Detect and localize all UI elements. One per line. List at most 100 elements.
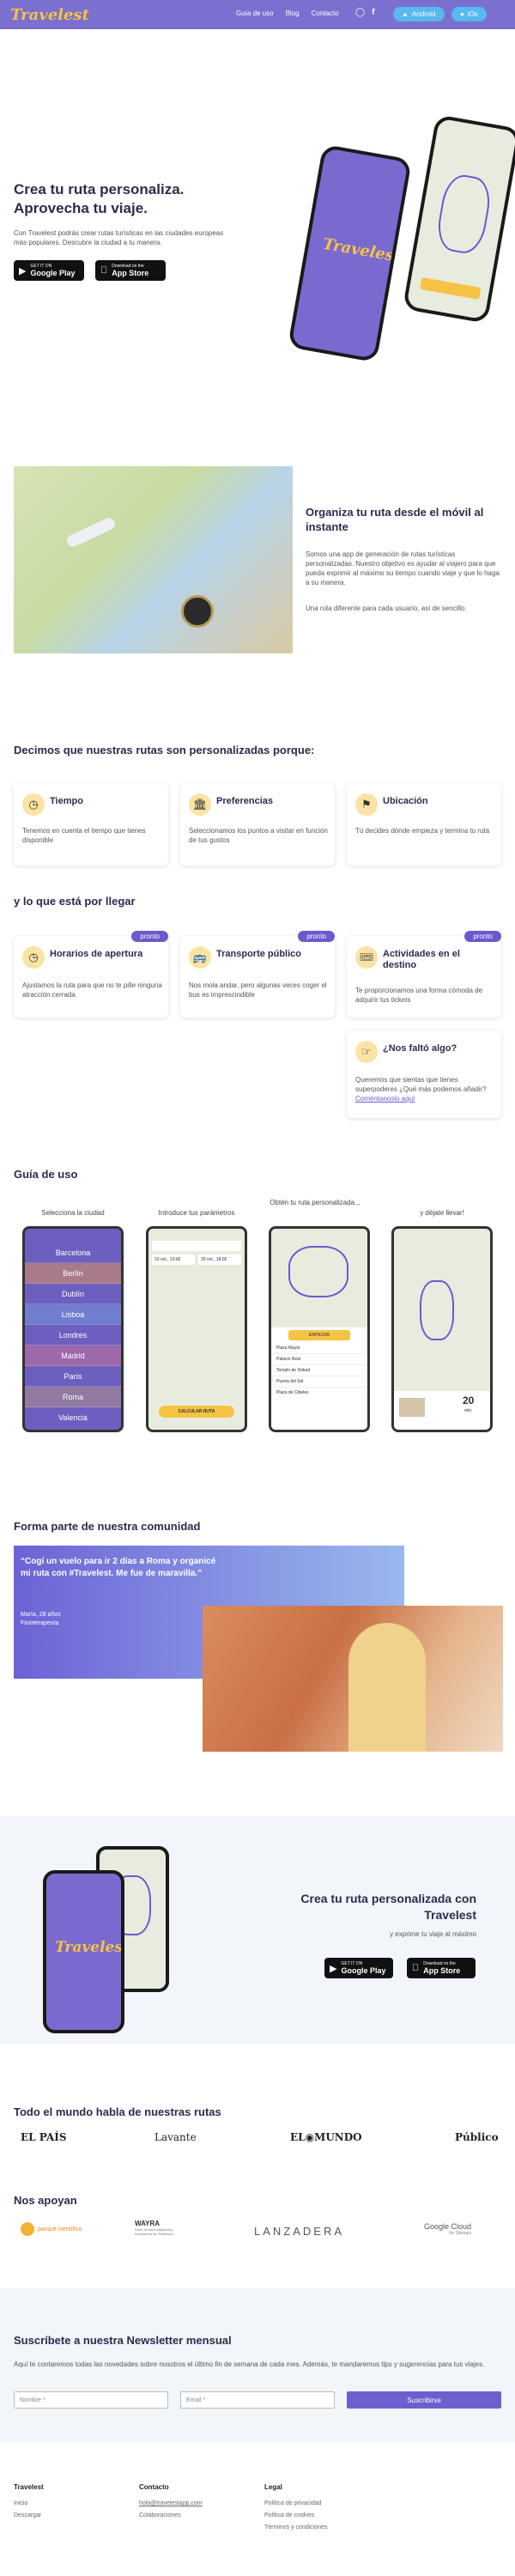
guide-phone-navigation: 20 min.	[391, 1226, 493, 1432]
social-links: ◯ f	[355, 8, 375, 17]
guide-step-2-label: Introduce tus parámetros	[158, 1209, 235, 1217]
upcoming-title-text: Transporte público	[216, 949, 302, 959]
start-time-field[interactable]: 19 oct., 13:00	[152, 1255, 195, 1265]
google-play-button[interactable]: ▶ GET IT ON Google Play	[324, 1958, 393, 1978]
sponsor-google-cloud[interactable]: Google Cloud for Startups	[424, 2222, 471, 2236]
sponsor-parque-label: parque científico	[38, 2226, 82, 2233]
route-path	[433, 172, 494, 257]
cta-subtitle: y exprime tu viaje al máximo	[390, 1930, 476, 1938]
guide-step-3-label: Obtén tu ruta personalizada...	[270, 1199, 360, 1206]
upcoming-card-transport: pronto 🚌 Transporte público Nos mola and…	[180, 931, 335, 1018]
facebook-icon[interactable]: f	[372, 8, 374, 17]
upcoming-text: Ajustamos la ruta para que no te pille n…	[22, 981, 162, 999]
features-title: Decimos que nuestras rutas son personali…	[14, 744, 315, 756]
stops-list: EMPEZAR Plaza Mayor Palacio Real Templo …	[271, 1327, 367, 1430]
stop-item[interactable]: Templo de Debod	[271, 1365, 367, 1376]
city-item[interactable]: Valencia	[25, 1407, 121, 1428]
brand-logo[interactable]: Travelest	[10, 6, 89, 24]
missing-feedback-link[interactable]: Coméntanoslo aquí	[355, 1095, 415, 1103]
stop-item[interactable]: Plaza Mayor	[271, 1343, 367, 1354]
ticket-icon: 🎟	[355, 946, 378, 969]
app-store-big: App Store	[105, 269, 148, 277]
missing-title: ¿Nos faltó algo?	[383, 1043, 457, 1054]
google-play-big: Google Play	[341, 1966, 386, 1975]
author-name: María, 28 años	[21, 1612, 61, 1618]
nav-link-blog[interactable]: Blog	[286, 9, 300, 17]
footer-link-email[interactable]: hola@travelestapp.com	[139, 2500, 203, 2506]
nav-link-guide[interactable]: Guía de uso	[236, 9, 274, 17]
city-item[interactable]: Roma	[25, 1387, 121, 1407]
upcoming-text: Nos mola andar, pero algunas veces coger…	[189, 981, 327, 999]
sponsor-gcloud-label: Google Cloud	[424, 2222, 472, 2231]
sponsor-wayra-label: WAYRA	[135, 2220, 161, 2227]
ios-button[interactable]: ● iOs	[451, 7, 487, 21]
footer-link-download[interactable]: Descargar	[14, 2512, 41, 2518]
route-start-button	[420, 276, 482, 300]
origin-field[interactable]	[152, 1241, 241, 1251]
city-item[interactable]: París	[25, 1366, 121, 1387]
footer-link-terms[interactable]: Términos y condiciones	[264, 2524, 328, 2530]
sponsor-wayra[interactable]: WAYRA Dolor sit amet adipiscing. Incubad…	[135, 2220, 186, 2236]
city-item[interactable]: Berlín	[25, 1263, 121, 1284]
stop-item[interactable]: Puerta del Sol	[271, 1376, 367, 1388]
stop-item[interactable]: Plaza de Cibeles	[271, 1388, 367, 1398]
missing-feature-card: ☞ ¿Nos faltó algo? Queremos que sientas …	[347, 1030, 501, 1118]
bus-icon: 🚌	[189, 946, 211, 969]
feature-card-preferences: 🏛 Preferencias Seleccionamos los puntos …	[180, 783, 335, 866]
press-logo-levante[interactable]: Lavante	[154, 2131, 197, 2143]
calculate-route-button[interactable]: CALCULAR RUTA	[159, 1406, 234, 1418]
newsletter-title: Suscríbete a nuestra Newsletter mensual	[14, 2334, 232, 2347]
upcoming-card-activities: pronto 🎟 Actividades en el destino Te pr…	[347, 931, 501, 1018]
feature-text: Tenemos en cuenta el tiempo que tienes d…	[22, 827, 146, 844]
email-input[interactable]: Email *	[180, 2391, 335, 2409]
sponsor-wayra-sub: Dolor sit amet adipiscing. Incubadora de…	[135, 2227, 173, 2236]
footer-link-collaborations[interactable]: Colaboraciones	[139, 2512, 181, 2518]
press-logo-publico[interactable]: Público	[455, 2131, 499, 2143]
city-item[interactable]: Dublín	[25, 1284, 121, 1304]
soon-badge: pronto	[131, 931, 168, 942]
footer-link-privacy[interactable]: Política de privacidad	[264, 2500, 322, 2506]
clock-icon: ◷	[22, 946, 45, 969]
sponsor-lanzadera[interactable]: LANZADERA	[254, 2225, 344, 2238]
app-store-button[interactable]:  Download on theApp Store	[95, 260, 166, 281]
guide-phone-cities: Barcelona Berlín Dublín Lisboa Londres M…	[22, 1226, 124, 1432]
end-time-field[interactable]: 20 oct., 18:00	[198, 1255, 241, 1265]
footer-col-travelest: Travelest	[14, 2483, 44, 2491]
footer-link-cookies[interactable]: Política de cookies	[264, 2512, 314, 2518]
google-play-icon: ▶	[330, 1963, 337, 1974]
google-play-big: Google Play	[30, 269, 76, 277]
city-item[interactable]: Barcelona	[25, 1242, 121, 1263]
android-button[interactable]: ▲ Android	[393, 7, 445, 21]
start-route-button[interactable]: EMPEZAR	[288, 1330, 350, 1340]
city-item[interactable]: Londres	[25, 1325, 121, 1346]
hero-phone-logo: Travelest	[287, 143, 413, 363]
hero-phone-map	[402, 114, 515, 324]
guide-phone-route: EMPEZAR Plaza Mayor Palacio Real Templo …	[269, 1226, 370, 1432]
app-store-button[interactable]:  Download on theApp Store	[407, 1958, 476, 1978]
hero-description: Con Travelest podrás crear rutas turísti…	[14, 229, 224, 246]
feature-title: Preferencias	[216, 796, 274, 806]
phone-logo-text: Travelest	[321, 234, 403, 267]
press-logo-elpais[interactable]: EL PAÍS	[21, 2131, 67, 2143]
missing-text: Queremos que sientas que tienes superpod…	[355, 1075, 497, 1103]
apple-icon: ●	[460, 10, 464, 18]
google-play-button[interactable]: ▶ GET IT ON Google Play	[14, 260, 84, 281]
city-item[interactable]: Lisboa	[25, 1304, 121, 1325]
cta-title: Crea tu ruta personalizada con Travelest	[300, 1892, 476, 1922]
instagram-icon[interactable]: ◯	[355, 8, 365, 17]
footer-link-home[interactable]: Inicio	[14, 2500, 27, 2506]
sponsor-parque[interactable]: parque científico	[21, 2222, 82, 2236]
press-logo-elmundo[interactable]: EL◉MUNDO	[290, 2131, 362, 2143]
android-icon: ▲	[402, 10, 409, 18]
subscribe-button[interactable]: Suscribirse	[347, 2391, 501, 2409]
nav-link-contact[interactable]: Contacto	[312, 9, 339, 17]
cta-phone-front: Travelest	[43, 1870, 124, 2033]
travel-map-photo	[14, 466, 293, 653]
city-item[interactable]: Madrid	[25, 1346, 121, 1366]
missing-text-body: Queremos que sientas que tienes superpod…	[355, 1076, 487, 1093]
phone-logo-text: Travelest	[55, 1939, 124, 1956]
feature-card-location: ⚑ Ubicación Tú decides dónde empieza y t…	[347, 783, 501, 866]
name-input[interactable]: Nombre *	[14, 2391, 168, 2409]
city-list: Barcelona Berlín Dublín Lisboa Londres M…	[25, 1242, 121, 1428]
stop-item[interactable]: Palacio Real	[271, 1354, 367, 1365]
